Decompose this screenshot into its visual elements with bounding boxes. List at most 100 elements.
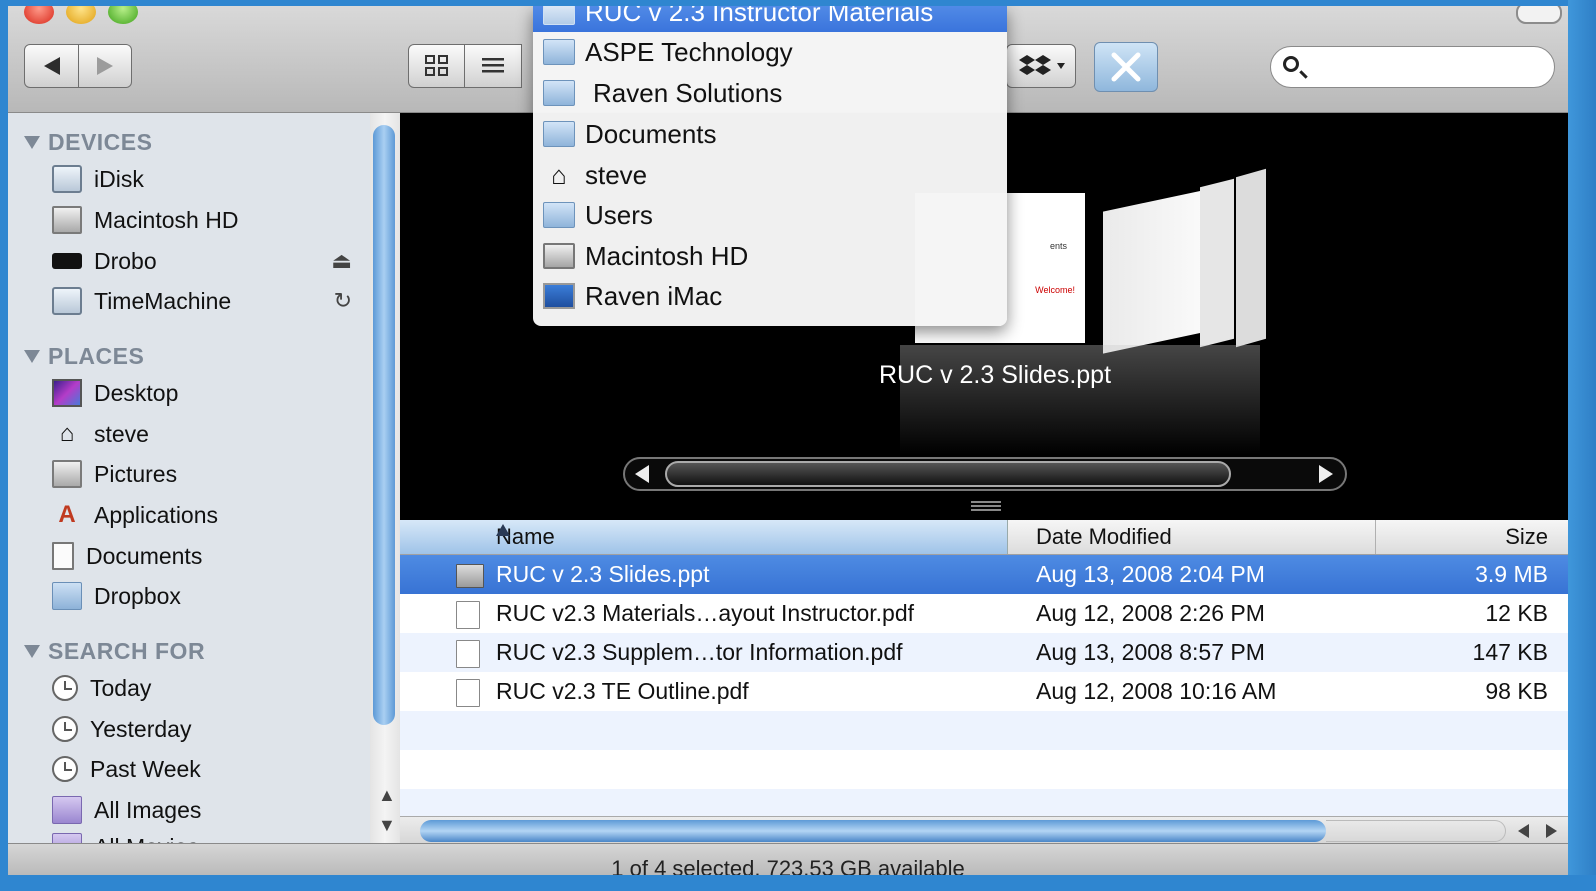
menu-item-label: Raven Solutions xyxy=(593,77,783,108)
scroll-down-arrow-icon[interactable]: ▼ xyxy=(378,815,396,836)
sidebar-section-devices[interactable]: DEVICES xyxy=(24,129,152,156)
dropbox-menu-button[interactable] xyxy=(1006,44,1076,88)
sidebar-item-label: Documents xyxy=(86,542,203,569)
toolbar-toggle-button[interactable] xyxy=(1516,6,1562,24)
column-header-date-modified[interactable]: Date Modified xyxy=(1036,524,1172,550)
folder-icon xyxy=(543,80,575,106)
cover-flow-title: RUC v 2.3 Slides.ppt xyxy=(878,361,1112,389)
eject-icon[interactable]: ⏏ xyxy=(331,248,352,274)
table-row[interactable]: RUC v2.3 Supplem…tor Information.pdf Aug… xyxy=(400,633,1568,672)
cover-flow-scroll-thumb[interactable] xyxy=(665,461,1231,487)
sidebar-scrollbar[interactable]: ▲ ▼ xyxy=(370,113,400,843)
sidebar-item-all-images[interactable]: All Images xyxy=(52,792,362,828)
sidebar-item-pictures[interactable]: Pictures xyxy=(52,456,362,492)
dropbox-icon xyxy=(1019,55,1065,75)
sidebar-item-drobo[interactable]: Drobo ⏏ xyxy=(52,243,362,279)
section-title: PLACES xyxy=(48,343,145,369)
nav-buttons xyxy=(24,44,132,88)
sidebar-item-label: Pictures xyxy=(94,460,178,487)
path-menu-item-aspe-technology[interactable]: ASPE Technology xyxy=(533,32,1007,72)
icon-view-button[interactable] xyxy=(408,44,465,88)
preview-red-text: Welcome! xyxy=(1035,285,1075,295)
sidebar-item-past-week[interactable]: Past Week xyxy=(52,751,362,787)
column-header-name[interactable]: Name xyxy=(400,520,1008,554)
cover-flow-scrollbar[interactable] xyxy=(623,457,1347,491)
minimize-window-button[interactable] xyxy=(66,6,96,24)
scroll-left-arrow-icon[interactable] xyxy=(635,465,649,483)
sidebar-item-steve[interactable]: ⌂ steve xyxy=(52,416,362,452)
sync-icon: ↻ xyxy=(333,288,352,313)
sidebar-item-yesterday[interactable]: Yesterday xyxy=(52,711,362,747)
menu-item-label: Macintosh HD xyxy=(585,240,749,271)
sidebar-item-documents[interactable]: Documents xyxy=(52,538,362,574)
sidebar-item-all-movies[interactable]: All Movies xyxy=(52,829,362,843)
pdf-file-icon xyxy=(456,601,480,629)
pdf-file-icon xyxy=(456,679,480,707)
imac-icon xyxy=(543,283,575,309)
users-folder-icon xyxy=(543,202,575,228)
sidebar-item-desktop[interactable]: Desktop xyxy=(52,375,362,411)
search-field[interactable] xyxy=(1270,46,1555,88)
sort-ascending-icon xyxy=(496,524,510,536)
path-menu-item-documents[interactable]: Documents xyxy=(533,114,1007,154)
tools-icon xyxy=(1111,52,1141,82)
external-drive-icon xyxy=(52,253,82,269)
path-menu-item-raven-solutions[interactable]: Raven Solutions xyxy=(533,73,1007,113)
finder-window: DEVICES iDisk Macintosh HD Drobo ⏏ TimeM… xyxy=(8,6,1568,875)
empty-row xyxy=(400,789,1568,816)
list-view-button[interactable] xyxy=(464,44,522,88)
sidebar-item-today[interactable]: Today xyxy=(52,670,362,706)
cover-flow-preview[interactable] xyxy=(1236,168,1266,348)
sidebar-scroll-thumb[interactable] xyxy=(373,125,395,725)
back-arrow-icon xyxy=(43,57,60,75)
dropbox-folder-icon xyxy=(52,582,82,610)
hard-drive-icon xyxy=(52,206,82,234)
column-header-row: Name Date Modified Size xyxy=(400,520,1568,555)
forward-arrow-icon xyxy=(97,57,113,75)
horizontal-scrollbar[interactable] xyxy=(400,816,1568,844)
table-row[interactable]: RUC v2.3 TE Outline.pdf Aug 12, 2008 10:… xyxy=(400,672,1568,711)
disclosure-triangle-icon xyxy=(24,136,40,149)
scroll-right-arrow-icon[interactable] xyxy=(1546,824,1557,838)
file-name: RUC v2.3 TE Outline.pdf xyxy=(496,678,749,704)
grid-icon xyxy=(424,55,448,76)
sidebar-section-places[interactable]: PLACES xyxy=(24,343,144,370)
path-menu-item-steve[interactable]: ⌂ steve xyxy=(533,155,1007,195)
folder-icon xyxy=(543,39,575,65)
sidebar-item-applications[interactable]: A Applications xyxy=(52,497,362,533)
file-date: Aug 12, 2008 10:16 AM xyxy=(1036,678,1277,704)
sidebar-item-idisk[interactable]: iDisk xyxy=(52,161,362,197)
scroll-left-arrow-icon[interactable] xyxy=(1518,824,1529,838)
sidebar-item-timemachine[interactable]: TimeMachine ↻ xyxy=(52,283,362,319)
zoom-window-button[interactable] xyxy=(108,6,138,24)
sidebar-item-label: Desktop xyxy=(94,379,179,406)
forward-button[interactable] xyxy=(78,44,132,88)
back-button[interactable] xyxy=(24,44,79,88)
horizontal-scroll-thumb[interactable] xyxy=(420,820,1326,842)
empty-row xyxy=(400,750,1568,789)
sidebar: DEVICES iDisk Macintosh HD Drobo ⏏ TimeM… xyxy=(8,113,370,843)
sidebar-item-label: Yesterday xyxy=(90,715,192,742)
path-menu-item-macintosh-hd[interactable]: Macintosh HD xyxy=(533,236,1007,276)
table-row[interactable]: RUC v 2.3 Slides.ppt Aug 13, 2008 2:04 P… xyxy=(400,555,1568,594)
file-date: Aug 13, 2008 8:57 PM xyxy=(1036,639,1265,665)
file-size: 12 KB xyxy=(1485,600,1548,626)
path-menu-item-users[interactable]: Users xyxy=(533,195,1007,235)
utilities-button[interactable] xyxy=(1094,42,1158,92)
table-row[interactable]: RUC v2.3 Materials…ayout Instructor.pdf … xyxy=(400,594,1568,633)
sidebar-section-search-for[interactable]: SEARCH FOR xyxy=(24,638,205,665)
close-window-button[interactable] xyxy=(24,6,54,24)
cover-flow-preview[interactable] xyxy=(1200,178,1234,348)
sidebar-item-dropbox[interactable]: Dropbox xyxy=(52,578,362,614)
column-divider[interactable] xyxy=(1375,520,1376,554)
scroll-up-arrow-icon[interactable]: ▲ xyxy=(378,785,396,806)
path-menu-item-raven-imac[interactable]: Raven iMac xyxy=(533,276,1007,316)
split-resize-handle[interactable] xyxy=(971,501,1001,511)
pdf-file-icon xyxy=(456,640,480,668)
sidebar-item-macintosh-hd[interactable]: Macintosh HD xyxy=(52,202,362,238)
path-menu-item-instructor-materials[interactable]: RUC v 2.3 Instructor Materials xyxy=(533,6,1007,32)
file-size: 147 KB xyxy=(1472,639,1548,665)
column-header-size[interactable]: Size xyxy=(1505,524,1548,550)
scroll-right-arrow-icon[interactable] xyxy=(1319,465,1333,483)
cover-flow-preview[interactable] xyxy=(1103,190,1203,354)
